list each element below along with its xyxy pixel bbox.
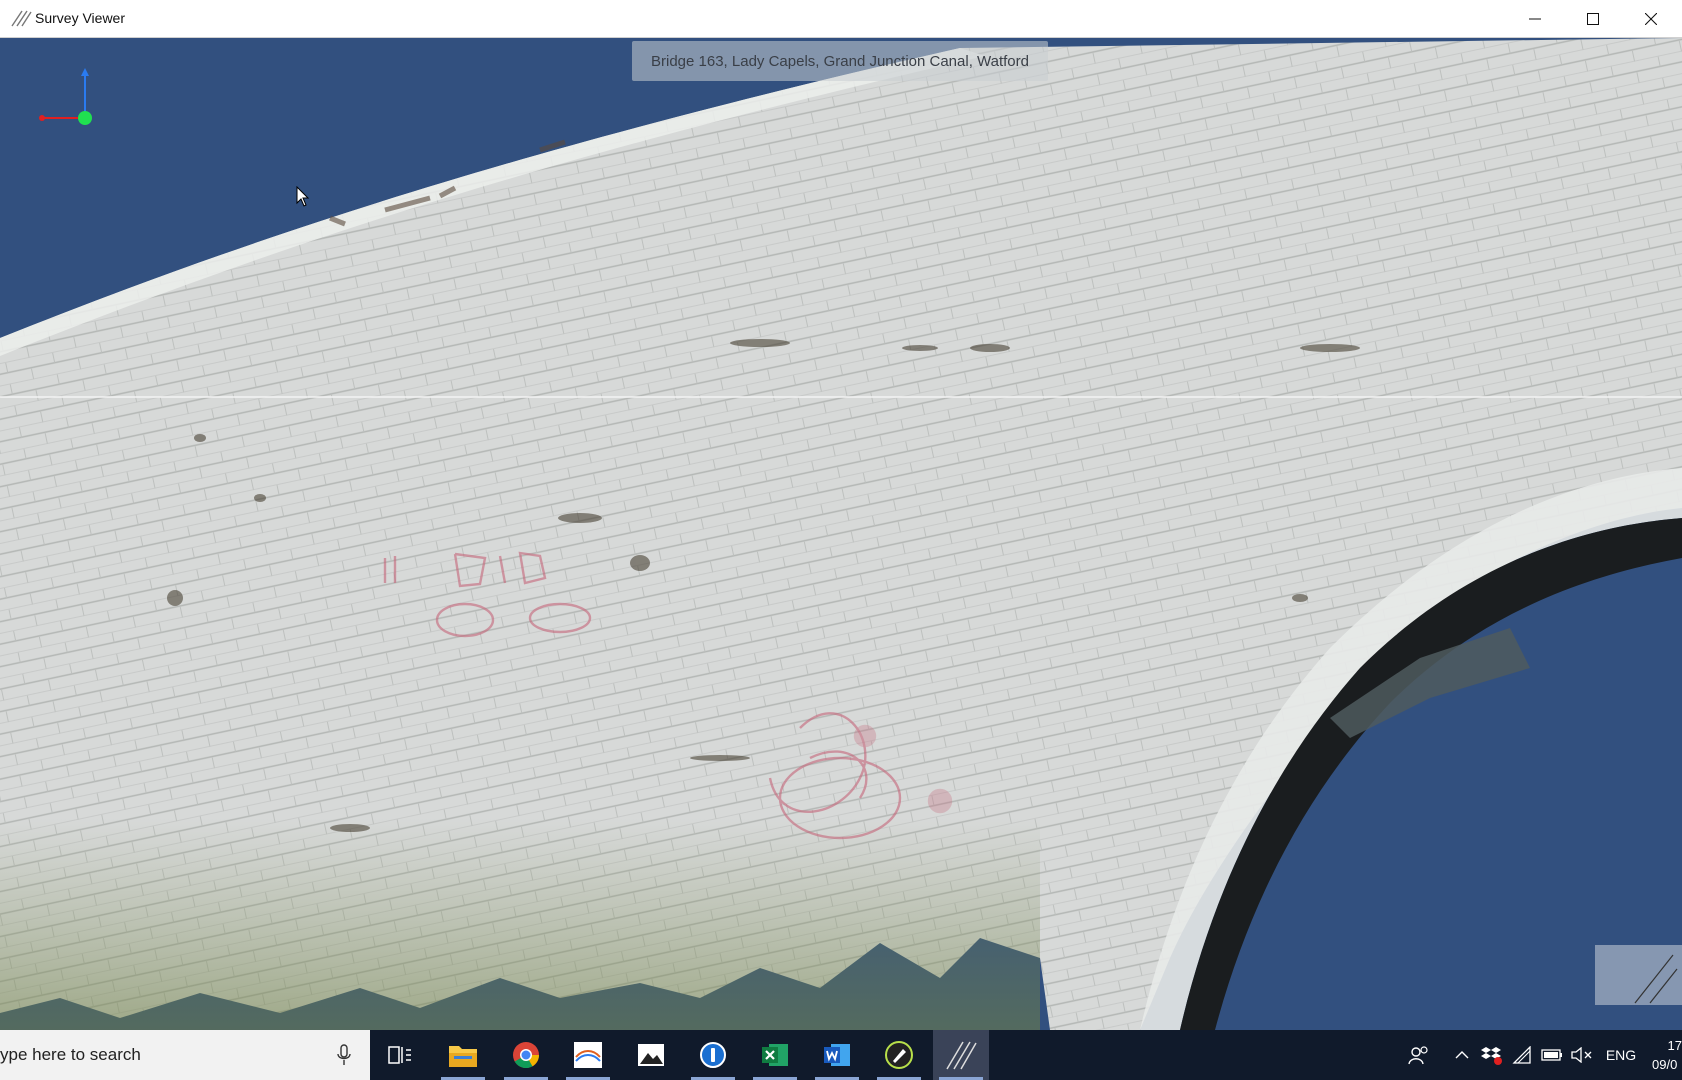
window-title: Survey Viewer — [35, 10, 126, 26]
view-cube-icon — [1634, 954, 1678, 1004]
photos-icon — [638, 1044, 664, 1066]
maximize-icon — [1587, 12, 1599, 25]
survey-app-icon — [574, 1042, 602, 1068]
file-explorer-button[interactable] — [447, 1039, 479, 1071]
maximize-button[interactable] — [1564, 0, 1622, 37]
password-manager-button[interactable] — [697, 1039, 729, 1071]
survey-app-button[interactable] — [572, 1039, 604, 1071]
search-placeholder: ype here to search — [0, 1045, 141, 1064]
password-manager-icon — [700, 1042, 726, 1068]
wifi-icon — [1512, 1046, 1531, 1064]
task-view-icon — [388, 1046, 411, 1064]
excel-icon — [762, 1044, 788, 1066]
battery-button[interactable] — [1538, 1030, 1566, 1080]
moss-area — [0, 818, 1040, 1030]
excel-button[interactable] — [759, 1039, 791, 1071]
people-icon — [1408, 1046, 1428, 1065]
chrome-icon — [513, 1042, 540, 1069]
pen-tool-button[interactable] — [883, 1039, 915, 1071]
chrome-button[interactable] — [510, 1039, 542, 1071]
pen-tool-icon — [885, 1041, 913, 1069]
show-hidden-icons-button[interactable] — [1450, 1030, 1474, 1080]
network-button[interactable] — [1508, 1030, 1536, 1080]
task-view-button[interactable] — [384, 1039, 416, 1071]
survey-viewer-app-icon — [11, 10, 32, 27]
axis-gizmo — [39, 68, 92, 125]
people-button[interactable] — [1404, 1030, 1434, 1080]
3d-viewport[interactable]: Bridge 163, Lady Capels, Grand Junction … — [0, 38, 1682, 1030]
dropbox-error-icon — [1481, 1047, 1502, 1065]
language-indicator: ENG — [1605, 1047, 1637, 1063]
photos-button[interactable] — [635, 1039, 667, 1071]
windows-taskbar: ype here to search ENG 17 09/0 — [0, 1030, 1682, 1080]
volume-muted-icon — [1571, 1047, 1592, 1063]
survey-caption: Bridge 163, Lady Capels, Grand Junction … — [632, 41, 1048, 81]
title-bar: Survey Viewer — [0, 0, 1682, 38]
microphone-icon[interactable] — [336, 1044, 352, 1066]
word-button[interactable] — [821, 1039, 853, 1071]
clock-date: 09/0 — [1652, 1057, 1678, 1072]
close-icon — [1645, 12, 1657, 25]
volume-button[interactable] — [1568, 1030, 1596, 1080]
mouse-cursor-icon — [296, 186, 310, 207]
survey-viewer-icon — [946, 1041, 977, 1070]
chevron-up-icon — [1455, 1051, 1469, 1059]
minimize-button[interactable] — [1506, 0, 1564, 37]
file-explorer-icon — [449, 1046, 477, 1067]
taskbar-search-box[interactable]: ype here to search — [0, 1030, 370, 1080]
close-button[interactable] — [1622, 0, 1680, 37]
view-cube-widget[interactable] — [1595, 945, 1682, 1005]
word-icon — [824, 1044, 850, 1066]
dropbox-tray-button[interactable] — [1478, 1030, 1506, 1080]
survey-viewer-taskbar-button[interactable] — [933, 1030, 989, 1080]
clock-time: 17 — [1667, 1038, 1682, 1053]
battery-icon — [1541, 1049, 1562, 1061]
input-language-button[interactable]: ENG — [1600, 1030, 1642, 1080]
bridge-point-cloud-model[interactable] — [0, 38, 1682, 1030]
minimize-icon — [1529, 18, 1541, 19]
system-clock[interactable]: 17 09/0 — [1652, 1036, 1682, 1074]
